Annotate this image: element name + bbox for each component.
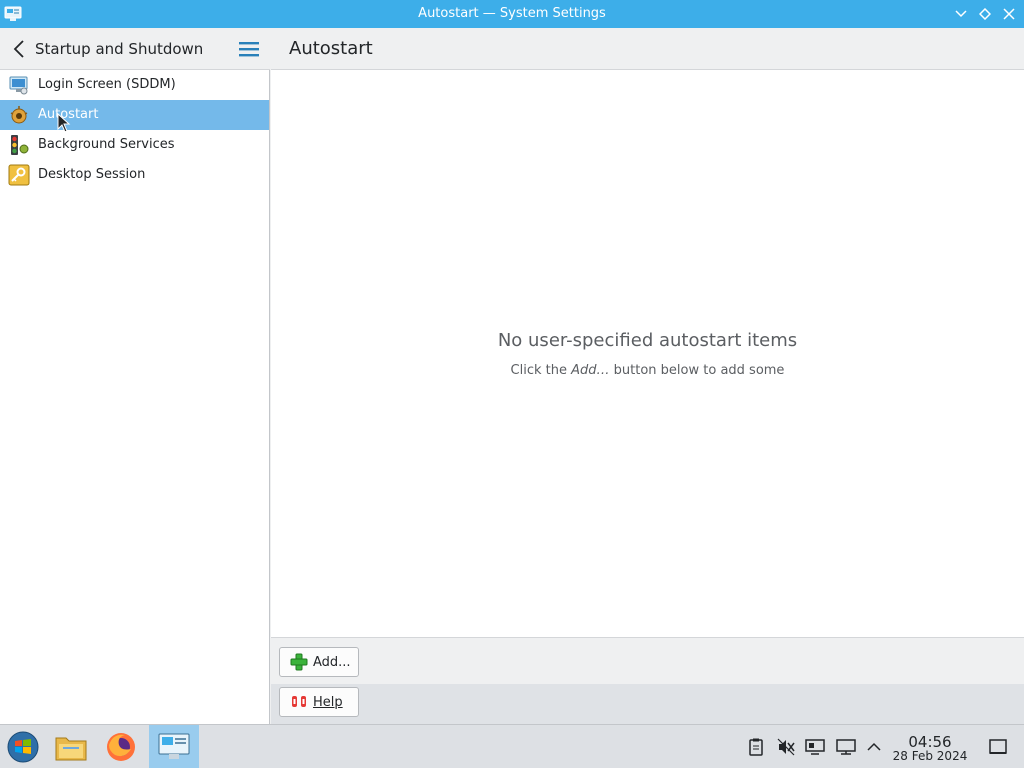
help-button-label: Help: [313, 694, 343, 710]
firefox-icon: [107, 733, 135, 761]
clock-date[interactable]: 28 Feb 2024: [886, 749, 974, 763]
sidebar-header: Startup and Shutdown: [0, 28, 270, 70]
empty-sub-text: button below to add some: [609, 363, 785, 378]
chevron-up-icon[interactable]: [864, 737, 884, 757]
mouse-cursor-icon: [57, 113, 71, 133]
sidebar-item-login-screen[interactable]: Login Screen (SDDM): [0, 70, 269, 100]
add-button-bar: Add...: [271, 637, 1024, 685]
title-bar: Autostart — System Settings: [0, 0, 1024, 28]
close-button[interactable]: [1000, 5, 1018, 23]
sidebar-nav-list: Login Screen (SDDM) Autostart Background…: [0, 70, 269, 190]
file-manager-button[interactable]: [48, 725, 94, 768]
maximize-button[interactable]: [976, 5, 994, 23]
main-content: Autostart No user-specified autostart it…: [271, 28, 1024, 724]
empty-sub-emphasis: Add…: [571, 363, 610, 378]
plus-icon: [290, 653, 308, 671]
page-title: Autostart: [289, 38, 373, 59]
clipboard-icon[interactable]: [746, 737, 766, 757]
diamond-icon: [979, 8, 991, 20]
help-button[interactable]: Help: [279, 687, 359, 717]
sidebar: Startup and Shutdown Login Screen (SDDM): [0, 28, 270, 724]
empty-sub-text: Click the: [510, 363, 572, 378]
file-manager-icon: [55, 737, 87, 761]
sidebar-header-title: Startup and Shutdown: [35, 40, 204, 58]
empty-state-title: No user-specified autostart items: [497, 330, 798, 351]
sidebar-item-background-services[interactable]: Background Services: [0, 130, 269, 160]
sidebar-item-autostart[interactable]: Autostart: [0, 100, 269, 130]
firefox-button[interactable]: [98, 725, 144, 768]
start-menu-icon: [7, 731, 39, 763]
display-configuration-icon[interactable]: [805, 737, 825, 757]
sidebar-item-label: Background Services: [38, 137, 175, 152]
start-menu-button[interactable]: [0, 725, 46, 768]
hamburger-menu-icon[interactable]: [238, 40, 260, 58]
add-button-label: Add...: [313, 654, 351, 670]
background-services-icon: [11, 135, 29, 155]
back-arrow-icon[interactable]: [10, 39, 30, 59]
desktop-session-icon: [8, 164, 30, 186]
add-button[interactable]: Add...: [279, 647, 359, 677]
help-lifebuoy-icon: [292, 696, 306, 707]
network-icon[interactable]: [836, 737, 856, 757]
chevron-down-icon: [955, 10, 967, 18]
taskbar: 04:56 28 Feb 2024: [0, 724, 1024, 768]
login-screen-icon: [9, 76, 28, 95]
close-icon: [1003, 8, 1015, 20]
main-header: Autostart: [271, 28, 1024, 70]
system-settings-icon: [158, 733, 190, 759]
minimize-button[interactable]: [952, 5, 970, 23]
volume-muted-icon[interactable]: [776, 737, 796, 757]
sidebar-item-desktop-session[interactable]: Desktop Session: [0, 160, 269, 190]
show-desktop-icon[interactable]: [988, 738, 1008, 756]
sidebar-item-label: Desktop Session: [38, 167, 146, 182]
empty-state-subtitle: Click the Add… button below to add some: [271, 363, 1024, 378]
help-button-bar: Help: [271, 684, 1024, 724]
sidebar-item-label: Login Screen (SDDM): [38, 77, 176, 92]
autostart-icon: [10, 106, 28, 124]
system-settings-taskbar-button[interactable]: [149, 725, 199, 768]
window-title: Autostart — System Settings: [418, 6, 606, 21]
